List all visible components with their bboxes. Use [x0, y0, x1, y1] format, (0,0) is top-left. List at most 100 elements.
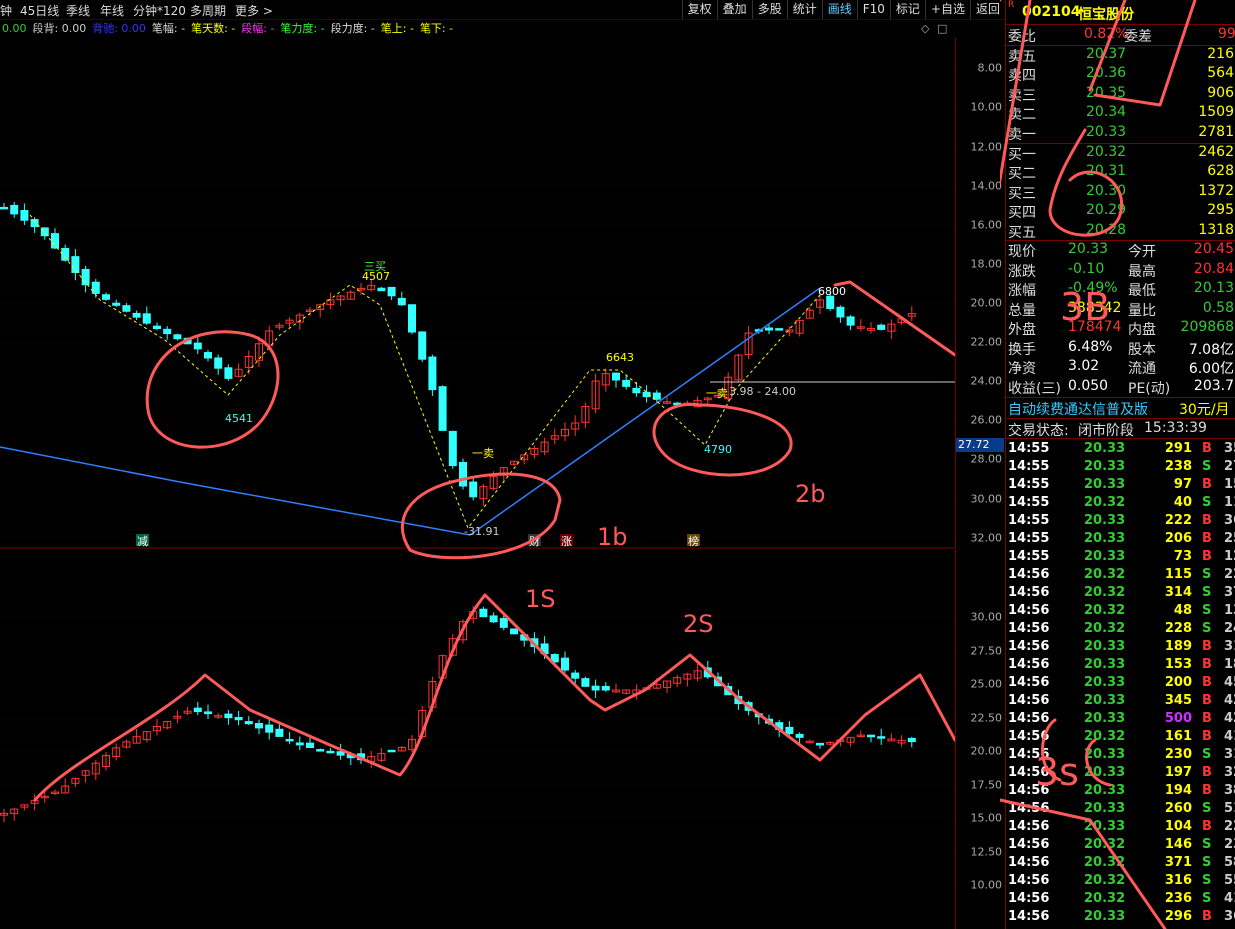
tick-direction: B	[1202, 765, 1212, 780]
candle-body	[122, 305, 131, 312]
tick-price: 20.33	[1084, 459, 1126, 474]
candle-body	[173, 334, 182, 340]
buy-order-row[interactable]: 买三 20.30 1372	[1006, 183, 1235, 202]
stat-label: 流通	[1128, 361, 1156, 377]
order-volume: 2462	[1198, 144, 1234, 160]
promo-row[interactable]: 自动续费通达信普及版 30元/月	[1006, 399, 1235, 418]
tick-price: 20.32	[1084, 855, 1126, 870]
current-price-tag: 27.72	[956, 438, 1004, 452]
candle-body	[907, 737, 916, 743]
indicator-item: 段幅: -	[241, 22, 275, 35]
restore-rights-button[interactable]: 复权	[681, 0, 717, 19]
tab-quarter[interactable]: 季线	[66, 2, 90, 19]
back-button[interactable]: 返回	[969, 0, 1005, 19]
tick-time: 14:56	[1008, 621, 1050, 636]
overlay-button[interactable]: 叠加	[716, 0, 752, 19]
circle-annotation	[652, 402, 793, 477]
tick-volume: 314	[1164, 585, 1192, 600]
order-volume: 628	[1207, 163, 1234, 180]
candle-body	[428, 356, 437, 391]
axis-tick: 20.00	[970, 296, 1003, 310]
tab-minute[interactable]: 钟	[0, 2, 12, 19]
order-label: 买五	[1008, 224, 1036, 241]
candle-body	[193, 707, 202, 713]
tick-volume: 228	[1164, 621, 1192, 636]
tick-price: 20.33	[1084, 441, 1126, 456]
candle-body	[877, 324, 886, 330]
f10-button[interactable]: F10	[856, 0, 890, 19]
swing-line	[33, 593, 955, 802]
candle-body	[867, 734, 875, 738]
tick-time: 14:56	[1008, 675, 1050, 690]
order-price: 20.35	[1086, 84, 1127, 101]
tick-count: 36	[1224, 513, 1235, 528]
indicator-item: 段背: 0.00	[32, 22, 87, 35]
candle-body	[102, 294, 110, 300]
stock-code: 002104	[1022, 4, 1081, 20]
tick-count: 42	[1224, 693, 1235, 708]
stat-label: 现价	[1008, 244, 1036, 260]
sub-axis: 30.00 27.50 25.00 22.50 20.00 17.50 15.00 12.50…	[955, 550, 1006, 929]
candle-body	[499, 618, 508, 628]
tick-direction: S	[1202, 837, 1212, 852]
tick-row: 14:56 20.32 115 S 22	[1006, 567, 1235, 585]
candle-body	[214, 357, 223, 369]
stat-label: 股本	[1128, 341, 1156, 358]
tick-direction: B	[1202, 711, 1212, 726]
statistics-button[interactable]: 统计	[786, 0, 822, 19]
buy-order-row[interactable]: 买五 20.28 1318	[1006, 222, 1235, 241]
tab-year[interactable]: 年线	[100, 2, 124, 19]
candle-body	[612, 372, 620, 381]
signal-label: 一卖	[706, 387, 728, 400]
tick-row: 14:56 20.33 296 B 36	[1006, 909, 1235, 927]
stat-value: 178474	[1068, 319, 1122, 335]
tick-row: 14:56 20.32 228 S 24	[1006, 621, 1235, 639]
sell-order-row[interactable]: 卖五 20.37 216	[1006, 46, 1235, 65]
axis-tick: 28.00	[970, 452, 1003, 466]
candle-body	[775, 328, 784, 331]
stat-label: 最高	[1128, 263, 1156, 280]
stat-value: 20.13	[1193, 280, 1234, 296]
tick-volume: 73	[1173, 549, 1192, 564]
tick-price: 20.33	[1084, 513, 1126, 528]
tick-time: 14:56	[1008, 585, 1050, 600]
multi-stock-button[interactable]: 多股	[751, 0, 787, 19]
kline-chart[interactable]: 45414507664368004790-31.913.98 - 24.00三买…	[0, 38, 955, 929]
axis-tick: 26.00	[970, 413, 1003, 427]
stat-value: 20.33	[1068, 241, 1109, 257]
candle-body	[193, 342, 202, 350]
sell-order-row[interactable]: 卖四 20.36 564	[1006, 65, 1235, 84]
indicator-item: 0.00	[2, 22, 27, 35]
tick-time: 14:56	[1008, 711, 1050, 726]
sell-order-row[interactable]: 卖一 20.33 2781	[1006, 124, 1235, 143]
draw-line-button[interactable]: 画线	[821, 0, 857, 19]
tab-more[interactable]: 更多 >	[235, 2, 273, 19]
candle-body	[153, 325, 161, 329]
stat-value: 0.050	[1068, 377, 1109, 394]
buy-order-row[interactable]: 买一 20.32 2462	[1006, 144, 1235, 163]
tab-minute-120[interactable]: 分钟*120	[133, 2, 186, 19]
buy-order-row[interactable]: 买二 20.31 628	[1006, 163, 1235, 182]
tick-price: 20.32	[1084, 603, 1126, 618]
sell-order-row[interactable]: 卖三 20.35 906	[1006, 85, 1235, 104]
tick-volume: 296	[1164, 909, 1192, 924]
tab-multi-period[interactable]: 多周期	[190, 2, 226, 19]
maximize-icon[interactable]: □	[937, 20, 947, 38]
tick-direction: B	[1202, 729, 1212, 744]
tick-row: 14:56 20.32 161 B 41	[1006, 729, 1235, 747]
event-tag[interactable]: 减	[137, 535, 148, 548]
tick-count: 13	[1224, 603, 1235, 618]
tab-45day[interactable]: 45日线	[20, 2, 59, 19]
tick-time: 14:56	[1008, 729, 1050, 744]
event-tag[interactable]: 榜	[688, 534, 699, 548]
order-ratio-row: 委比 0.82% 委差 99	[1008, 26, 1235, 45]
quote-stat-row: 现价 20.33 今开 20.45	[1006, 241, 1235, 260]
tick-direction: S	[1202, 621, 1212, 636]
buy-order-row[interactable]: 买四 20.29 295	[1006, 202, 1235, 221]
add-watchlist-button[interactable]: +自选	[924, 0, 970, 19]
mark-button[interactable]: 标记	[889, 0, 925, 19]
event-tag[interactable]: 涨	[561, 535, 572, 548]
candle-body	[561, 657, 569, 671]
diamond-icon[interactable]: ◇	[921, 20, 929, 38]
sell-order-row[interactable]: 卖二 20.34 1509	[1006, 104, 1235, 123]
